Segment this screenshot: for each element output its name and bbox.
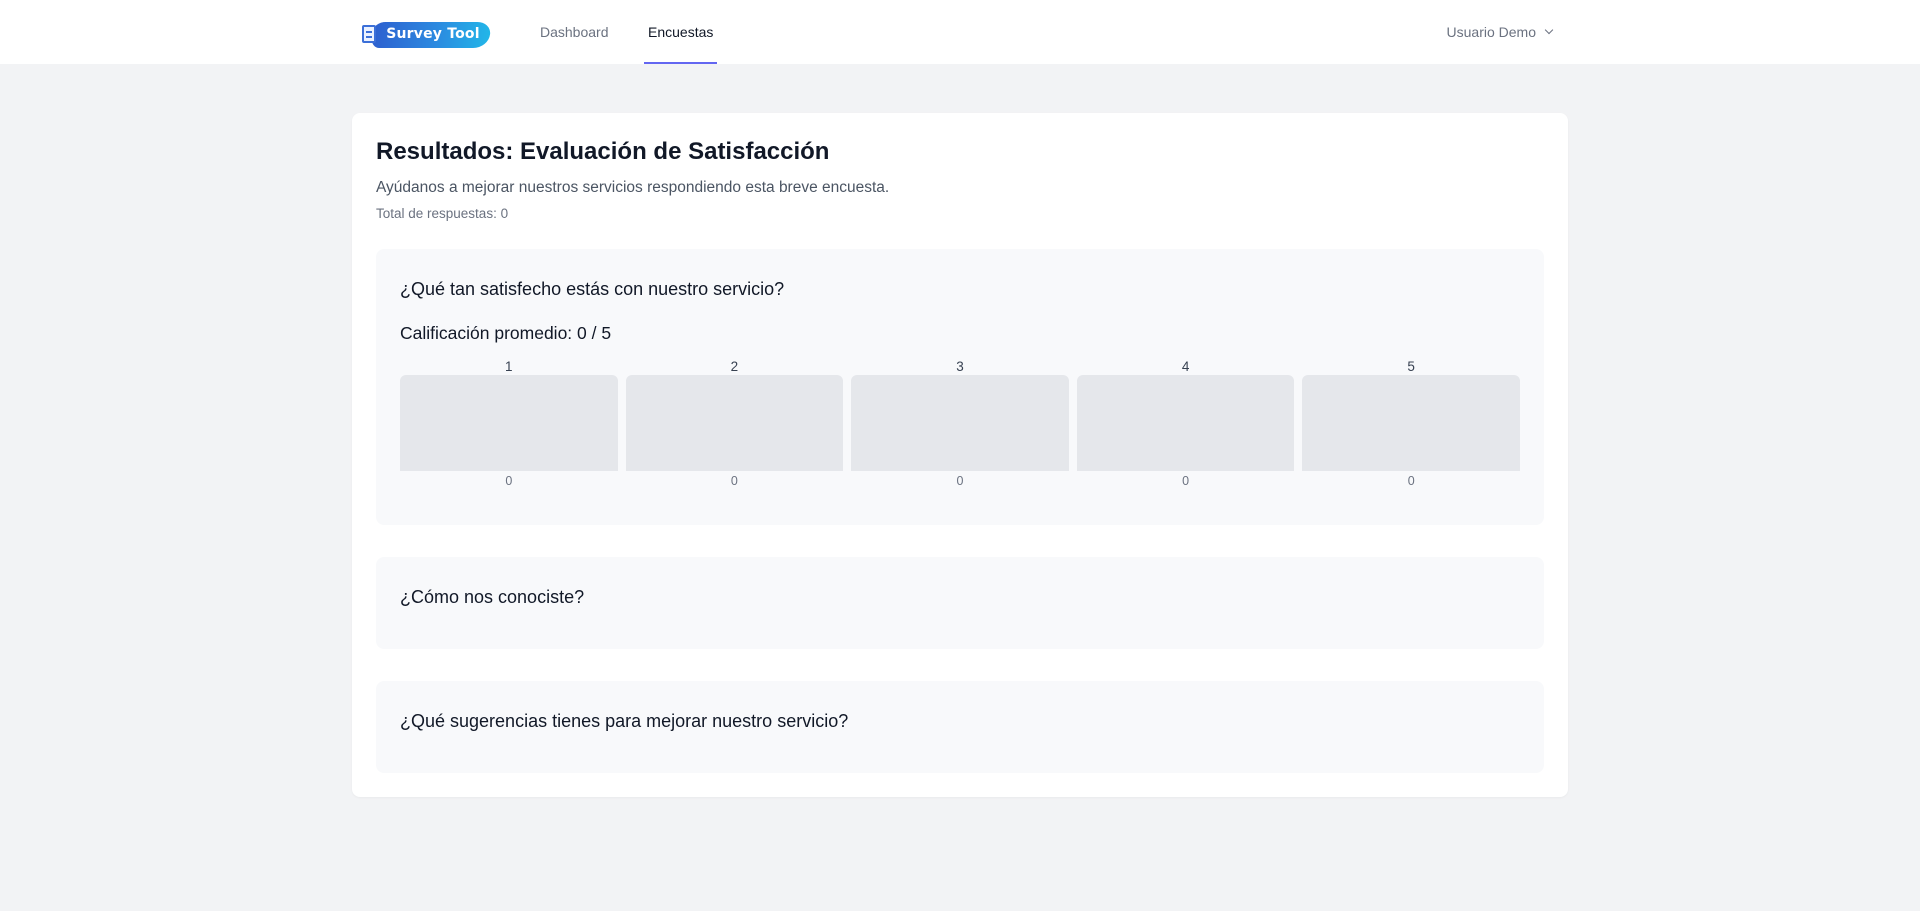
top-navbar: Survey Tool Dashboard Encuestas Usuario … (0, 0, 1920, 64)
page-title: Resultados: Evaluación de Satisfacción (376, 138, 830, 165)
chart-bar-track (1076, 375, 1295, 471)
chart-bar-track (1302, 375, 1520, 471)
chart-bar-track (400, 375, 618, 471)
chart-column-5: 50 (1302, 359, 1520, 489)
chart-value-label: 0 (1407, 474, 1415, 488)
average-rating: Calificación promedio: 0 / 5 (400, 323, 612, 343)
user-name: Usuario Demo (1446, 24, 1536, 40)
chart-column-4: 40 (1076, 359, 1295, 489)
question-title: ¿Cómo nos conociste? (400, 587, 585, 607)
rating-distribution-chart: 1020304050 (400, 359, 1520, 489)
question-card-suggestions: ¿Qué sugerencias tienes para mejorar nue… (376, 681, 1544, 773)
chart-category-label: 2 (730, 359, 739, 374)
chart-column-3: 30 (851, 359, 1069, 489)
question-card-rating: ¿Qué tan satisfecho estás con nuestro se… (376, 249, 1544, 525)
chart-bar-track (625, 375, 844, 471)
question-title: ¿Qué sugerencias tienes para mejorar nue… (400, 711, 849, 731)
chart-column-1: 10 (400, 359, 618, 489)
chart-category-label: 3 (956, 359, 964, 374)
survey-description: Ayúdanos a mejorar nuestros servicios re… (376, 179, 890, 196)
chart-value-label: 0 (1182, 474, 1190, 488)
question-card-source: ¿Cómo nos conociste? (376, 557, 1544, 649)
chart-category-label: 1 (505, 359, 513, 374)
chevron-down-icon (1544, 25, 1554, 35)
nav-link-dashboard[interactable]: Dashboard (540, 0, 609, 64)
chart-category-label: 4 (1181, 359, 1190, 374)
question-title: ¿Qué tan satisfecho estás con nuestro se… (400, 279, 785, 299)
results-card: Resultados: Evaluación de Satisfacción A… (352, 113, 1568, 797)
chart-column-2: 20 (625, 359, 844, 489)
chart-value-label: 0 (956, 474, 964, 488)
survey-tool-logo[interactable]: Survey Tool (362, 20, 492, 50)
chart-bar-track (851, 375, 1069, 471)
user-menu[interactable]: Usuario Demo (1446, 0, 1554, 64)
nav-link-encuestas[interactable]: Encuestas (643, 0, 718, 64)
logo-brand-text: Survey Tool (386, 26, 480, 42)
chart-value-label: 0 (505, 474, 513, 488)
chart-category-label: 5 (1407, 359, 1415, 374)
total-responses: Total de respuestas: 0 (376, 206, 509, 221)
chart-value-label: 0 (730, 474, 738, 488)
